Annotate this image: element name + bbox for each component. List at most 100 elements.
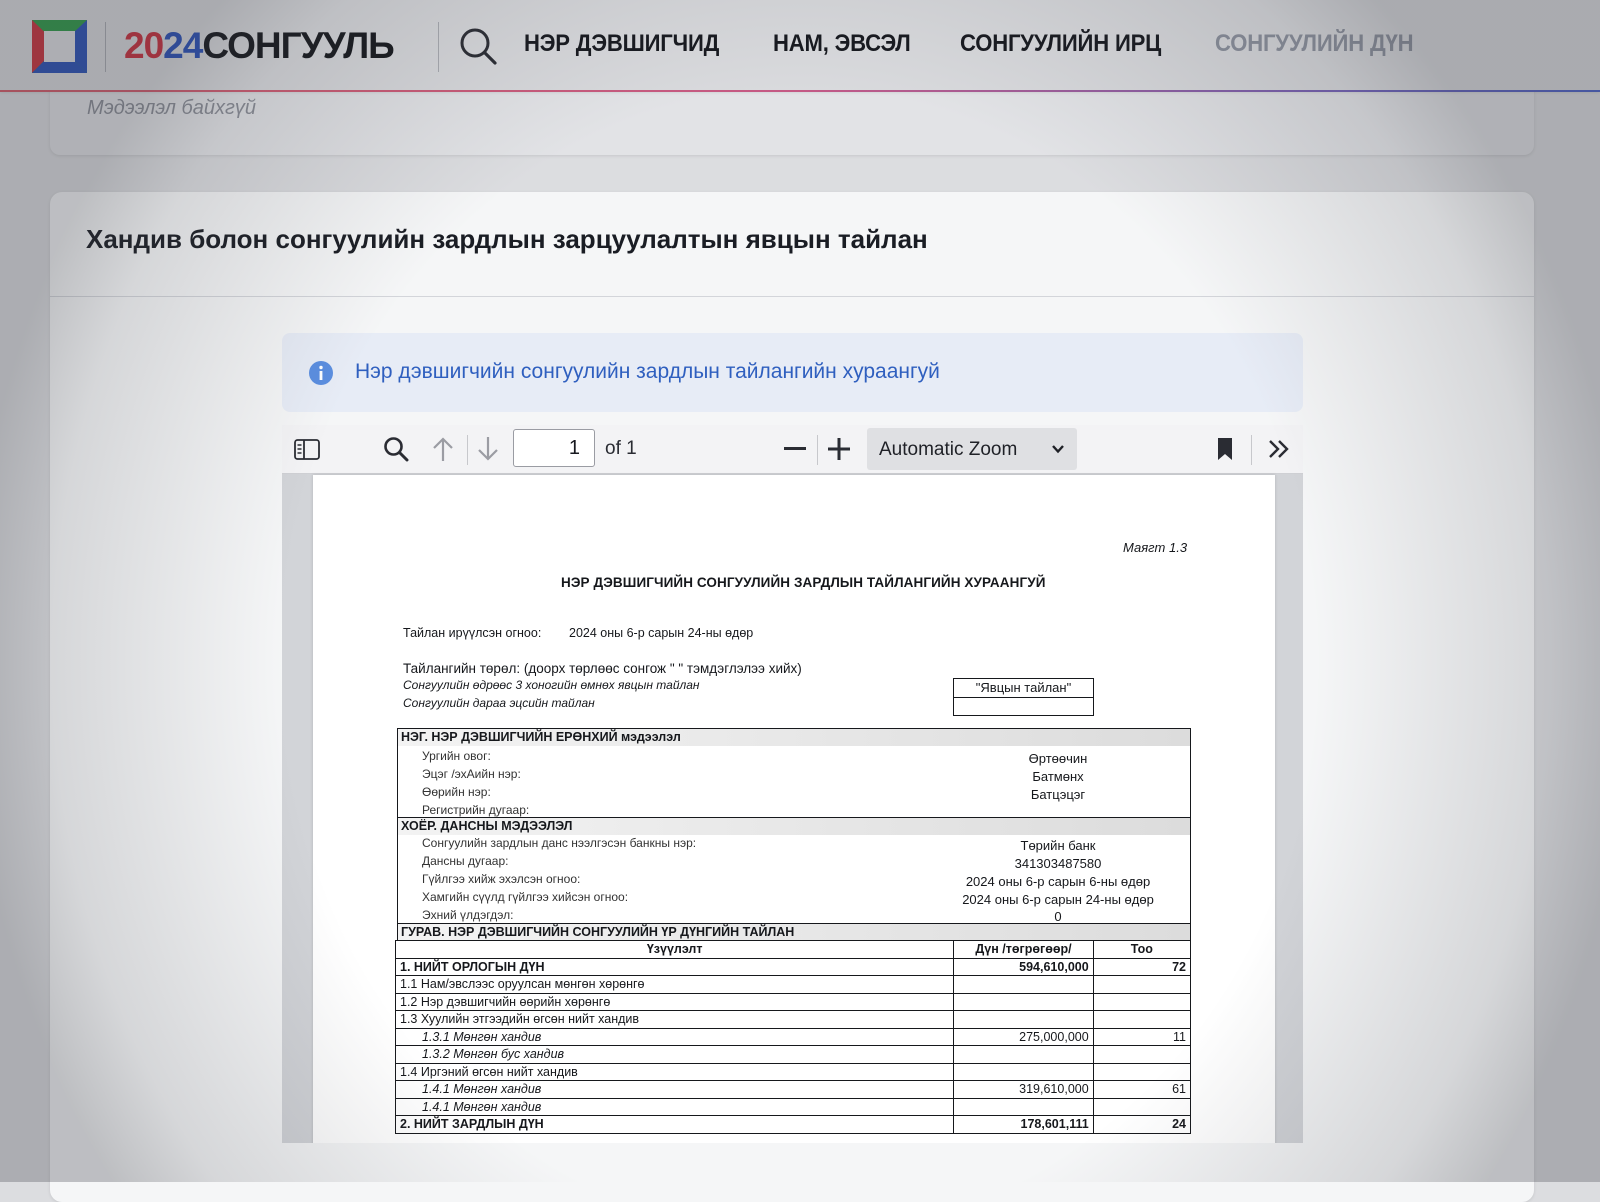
column-header: Тоо [1092,940,1192,959]
brand-year-part-1: 20 [124,25,164,66]
nav-results[interactable]: СОНГУУЛИЙН ДҮН [1215,30,1414,58]
bookmark-icon[interactable] [1217,437,1233,461]
nav-candidates[interactable]: НЭР ДЭВШИГЧИД [524,30,719,58]
card-divider [50,296,1534,297]
pdf-toolbar: of 1 Automatic Zoom [282,425,1303,474]
no-info-text: Мэдээлэл байхгүй [87,97,256,119]
row-amount [953,992,1094,1011]
table-row: 1.4.1 Мөнгөн хандив 319,610,000 61 [394,1080,1192,1099]
sidebar-toggle-icon[interactable] [294,439,320,460]
row-label: 1.3.1 Мөнгөн хандив [394,1027,955,1046]
minus-icon[interactable] [784,447,806,451]
table-row: 1.4 Иргэний өгсөн нийт хандив [394,1062,1192,1081]
plus-icon[interactable] [828,438,850,460]
table-row: 1.3.2 Мөнгөн бус хандив [394,1045,1192,1064]
row-label: 1.4 Иргэний өгсөн нийт хандив [394,1062,955,1081]
row-amount: 319,610,000 [953,1080,1094,1099]
pdf-viewer: of 1 Automatic Zoom Маягт 1.3 НЭР ДЭВШИГ… [282,425,1303,1143]
chevron-down-icon [1052,445,1064,454]
row-count [1092,1097,1192,1116]
row-label: 1.3 Хуулийн этгээдийн өгсөн нийт хандив [394,1010,955,1029]
date-value: 2024 оны 6-р сарын 24-ны өдөр [569,626,754,640]
search-icon[interactable] [383,436,409,462]
field-value: Батцэцэг [1030,787,1086,802]
summary-table: Үзүүлэлт Дүн /төгрөгөөр/ Тоо 1. НИЙТ ОРЛ… [394,940,1192,1134]
brand-wordmark[interactable]: 2024СОНГУУЛЬ [124,25,395,66]
row-label: 1.1 Нам/эвслээс оруулсан мөнгөн хөрөнгө [394,975,955,994]
report-type-box: "Явцын тайлан" [953,678,1094,716]
section-heading: ХОЁР. ДАНСНЫ МЭДЭЭЛЭЛ [398,818,1190,835]
search-icon[interactable] [458,26,498,66]
arrow-up-icon[interactable] [431,436,455,462]
field-label: Дансны дугаар: [422,854,509,868]
account-info-section: ХОЁР. ДАНСНЫ МЭДЭЭЛЭЛ Сонгуулийн зардлын… [397,817,1191,925]
field-label: Эцэг /эхАийн нэр: [422,767,521,781]
toolbar-separator [467,435,468,465]
row-amount [953,1010,1094,1029]
card-title: Хандив болон сонгуулийн зардлын зарцуула… [86,224,928,254]
report-type-option: Сонгуулийн өдрөөс 3 хоногийн өмнөх явцын… [403,678,700,692]
row-count [1092,1010,1192,1029]
nav-turnout[interactable]: СОНГУУЛИЙН ИРЦ [960,30,1161,58]
row-label: 1.4.1 Мөнгөн хандив [394,1080,955,1099]
general-info-section: НЭГ. НЭР ДЭВШИГЧИЙН ЕРӨНХИЙ мэдээлэл Ург… [397,728,1191,819]
nav-parties[interactable]: НАМ, ЭВСЭЛ [773,30,911,58]
field-label: Өөрийн нэр: [422,785,491,799]
document-title: НЭР ДЭВШИГЧИЙН СОНГУУЛИЙН ЗАРДЛЫН ТАЙЛАН… [561,575,1046,590]
row-count: 61 [1092,1080,1192,1099]
report-type-option: Сонгуулийн дараа эцсийн тайлан [403,696,595,710]
field-label: Гүйлгээ хийж эхэлсэн огноо: [422,872,581,886]
info-icon [309,361,333,385]
row-label: 2. НИЙТ ЗАРДЛЫН ДҮН [394,1115,955,1134]
row-amount [953,975,1094,994]
row-count [1092,975,1192,994]
header-color-rule [0,90,1600,92]
field-value: Төрийн банк [1020,838,1096,853]
row-amount [953,1097,1094,1116]
brand-year-part-2: 2 [163,25,184,66]
zoom-select[interactable]: Automatic Zoom [867,428,1077,470]
table-row: 2. НИЙТ ЗАРДЛЫН ДҮН 178,601,111 24 [394,1115,1192,1134]
row-amount: 178,601,111 [953,1115,1094,1134]
table-row: 1. НИЙТ ОРЛОГЫН ДҮН 594,610,000 72 [394,957,1192,976]
arrow-down-icon[interactable] [476,436,500,462]
field-label: Хамгийн сүүлд гүйлгээ хийсэн огноо: [422,890,629,904]
field-label: Эхний үлдэгдэл: [422,908,514,922]
search-divider [438,22,439,72]
row-amount [953,1045,1094,1064]
report-type-label: Тайлангийн төрөл: (доорх төрлөөс сонгож … [403,661,802,676]
brand-name: СОНГУУЛЬ [202,25,394,66]
table-row: 1.3.1 Мөнгөн хандив 275,000,000 11 [394,1027,1192,1046]
row-count: 72 [1092,957,1192,976]
row-count: 11 [1092,1027,1192,1046]
table-row: 1.4.1 Мөнгөн хандив [394,1097,1192,1116]
pdf-page: Маягт 1.3 НЭР ДЭВШИГЧИЙН СОНГУУЛИЙН ЗАРД… [313,475,1275,1143]
table-row: 1.2 Нэр дэвшигчийн өөрийн хөрөнгө [394,992,1192,1011]
section-heading: ГУРАВ. НЭР ДЭВШИГЧИЙН СОНГУУЛИЙН ҮР ДҮНГ… [398,924,1190,940]
square-logo-icon[interactable] [32,20,87,73]
toolbar-separator [1251,435,1252,465]
field-value: 341303487580 [1014,856,1102,871]
field-value: Батмөнх [1032,769,1084,784]
row-label: 1.2 Нэр дэвшигчийн өөрийн хөрөнгө [394,992,955,1011]
row-label: 1. НИЙТ ОРЛОГЫН ДҮН [394,957,955,976]
table-row: 1.3 Хуулийн этгээдийн өгсөн нийт хандив [394,1010,1192,1029]
page-number-input[interactable] [513,429,595,467]
info-alert: Нэр дэвшигчийн сонгуулийн зардлын тайлан… [282,333,1303,412]
field-label: Сонгуулийн зардлын данс нээлгэсэн банкны… [422,836,697,850]
toolbar-separator [817,435,818,465]
row-amount [953,1062,1094,1081]
double-chevron-right-icon[interactable] [1268,439,1290,459]
date-label: Тайлан ирүүлсэн огноо: [403,626,542,640]
section-heading: НЭГ. НЭР ДЭВШИГЧИЙН ЕРӨНХИЙ мэдээлэл [398,729,1190,746]
field-label: Ургийн овог: [422,749,491,763]
row-count [1092,1045,1192,1064]
field-value: Өртөөчин [1028,751,1088,766]
zoom-label: Automatic Zoom [879,439,1018,460]
logo-divider [105,22,106,72]
row-amount: 594,610,000 [953,957,1094,976]
row-count: 24 [1092,1115,1192,1134]
field-label: Регистрийн дугаар: [422,803,530,817]
row-label: 1.3.2 Мөнгөн бус хандив [394,1045,955,1064]
top-navigation-bar: 2024СОНГУУЛЬ НЭР ДЭВШИГЧИД НАМ, ЭВСЭЛ СО… [0,0,1600,92]
